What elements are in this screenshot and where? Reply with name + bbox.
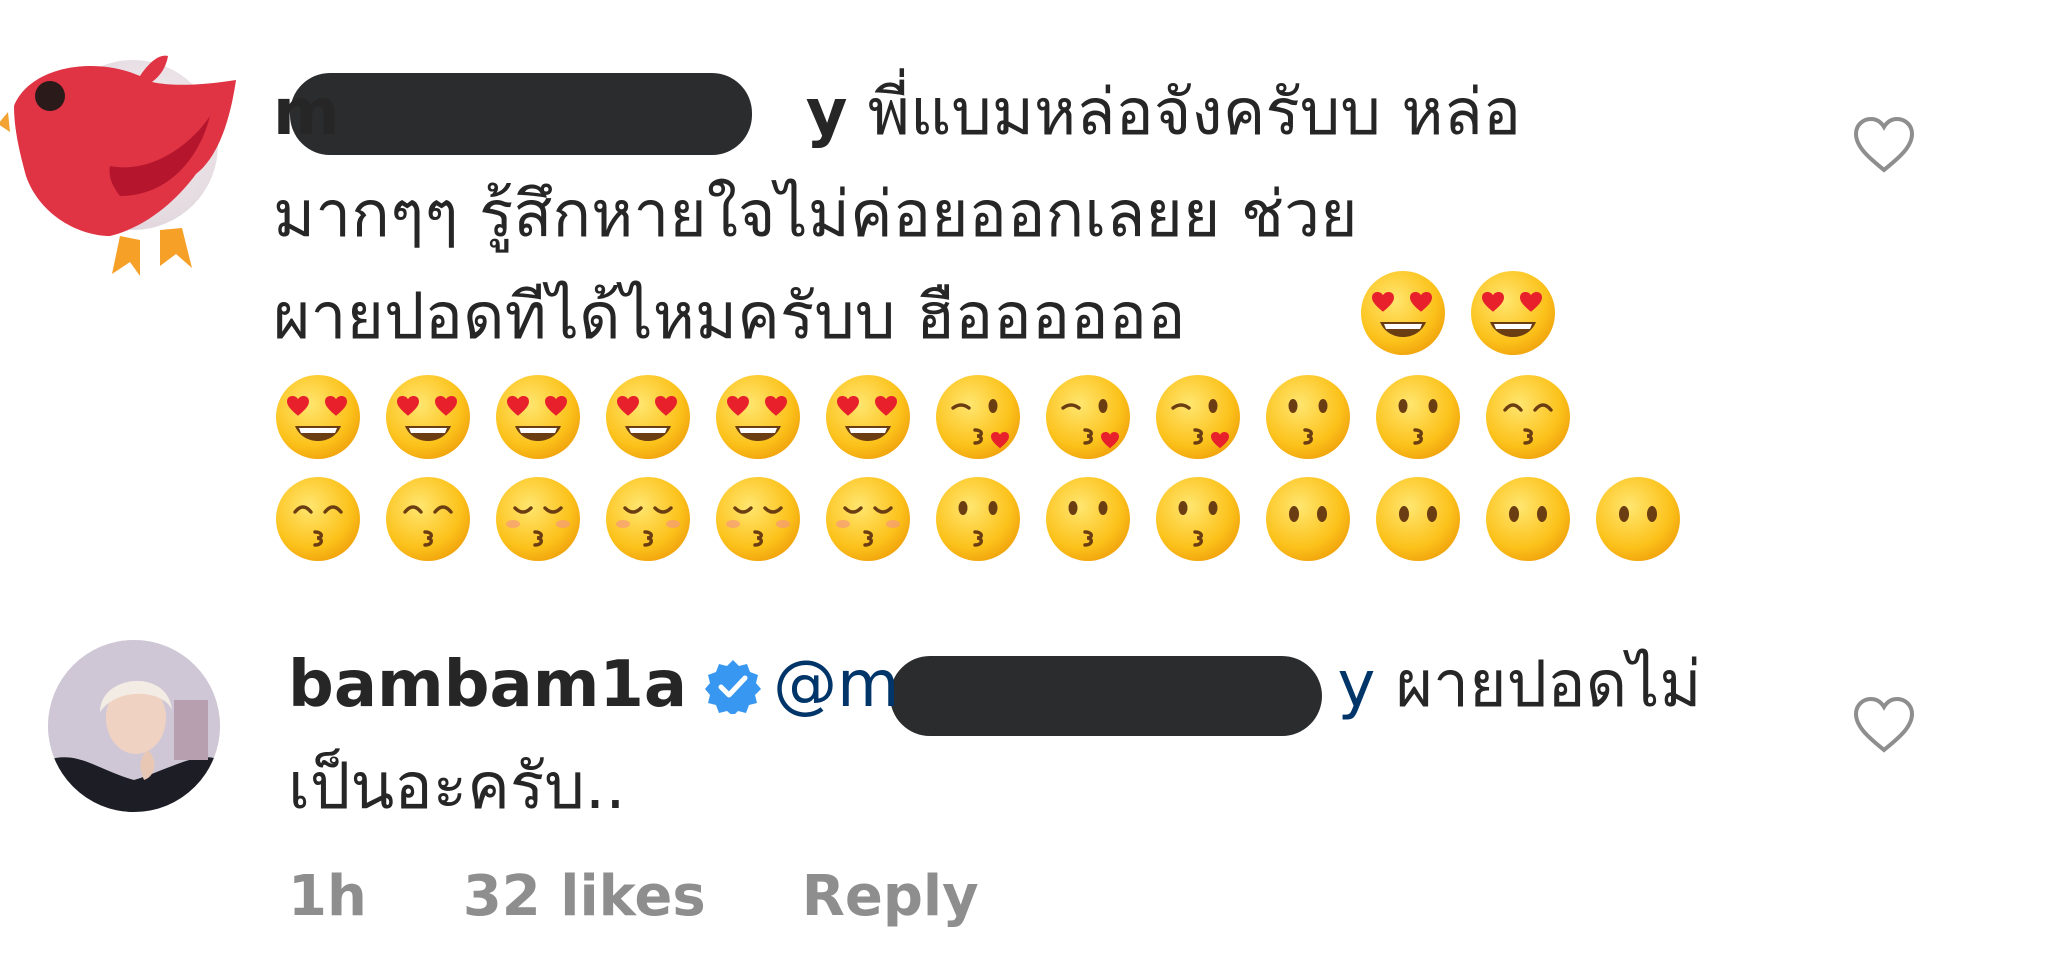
comment-time: 1h — [288, 864, 367, 929]
kissing-emoji-icon — [1376, 375, 1460, 459]
reply-line-2: เป็นอะครับ.. — [288, 750, 626, 824]
heart-eyes-emoji-icon — [826, 375, 910, 459]
reply-text: bambam1a @m y ผายปอดไม่ เป็นอะครับ.. — [288, 634, 1768, 838]
comment-username-suffix[interactable]: y — [806, 76, 848, 150]
no-mouth-emoji-icon — [1376, 477, 1460, 561]
no-mouth-emoji-icon — [1596, 477, 1680, 561]
kiss-heart-emoji-icon — [936, 375, 1020, 459]
mention-link-suffix[interactable]: y — [1337, 648, 1375, 722]
comment-line-2: มากๆๆ รู้สึกหายใจไม่ค่อยออกเลยย ช่วย — [273, 178, 1358, 252]
mention-link[interactable]: @m — [773, 648, 899, 722]
verified-badge-icon — [705, 660, 762, 714]
kissing-emoji-icon — [1046, 477, 1130, 561]
bambam-avatar[interactable] — [48, 640, 220, 812]
reply-line-1: ผายปอดไม่ — [1395, 648, 1702, 722]
kissing-emoji-icon — [1266, 375, 1350, 459]
profile-photo-icon — [48, 640, 220, 812]
kissing-emoji-icon — [936, 477, 1020, 561]
heart-eyes-emoji-icon — [496, 375, 580, 459]
kissing-closed-emoji-icon — [606, 477, 690, 561]
heart-eyes-emoji-icon — [1471, 271, 1555, 355]
kiss-heart-emoji-icon — [1046, 375, 1130, 459]
heart-eyes-emoji-icon — [716, 375, 800, 459]
heart-eyes-emoji-icon — [276, 375, 360, 459]
emoji-row — [273, 474, 1683, 564]
like-heart-icon[interactable] — [1852, 116, 1916, 174]
heart-eyes-emoji-icon — [1361, 271, 1445, 355]
kissing-smiling-emoji-icon — [276, 477, 360, 561]
kissing-closed-emoji-icon — [716, 477, 800, 561]
kissing-closed-emoji-icon — [826, 477, 910, 561]
heart-eyes-emoji-icon — [606, 375, 690, 459]
kissing-closed-emoji-icon — [496, 477, 580, 561]
kissing-emoji-icon — [1156, 477, 1240, 561]
reply-button[interactable]: Reply — [802, 864, 979, 929]
comment-thread: m y พี่แบมหล่อจังครับบ หล่อ มากๆๆ รู้สึกห… — [0, 0, 2048, 974]
kissing-smiling-emoji-icon — [1486, 375, 1570, 459]
kiss-heart-emoji-icon — [1156, 375, 1240, 459]
no-mouth-emoji-icon — [1266, 477, 1350, 561]
like-heart-icon[interactable] — [1852, 696, 1916, 754]
bird-sticker-icon — [0, 55, 236, 276]
comment-username[interactable]: m — [273, 76, 340, 150]
reply-meta: 1h 32 likes Reply — [288, 864, 979, 929]
emoji-row — [273, 372, 1573, 462]
kissing-smiling-emoji-icon — [386, 477, 470, 561]
likes-count[interactable]: 32 likes — [463, 864, 706, 929]
comment-line-1: พี่แบมหล่อจังครับบ หล่อ — [867, 76, 1522, 150]
reply-username[interactable]: bambam1a — [288, 648, 687, 722]
no-mouth-emoji-icon — [1486, 477, 1570, 561]
heart-eyes-emoji-icon — [386, 375, 470, 459]
